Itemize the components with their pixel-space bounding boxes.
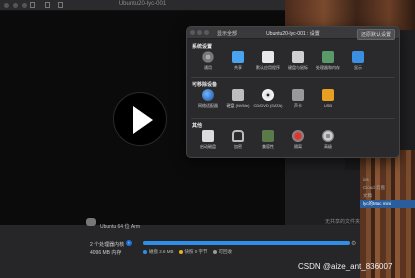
divider [191, 77, 395, 78]
compatibility-icon [262, 130, 274, 142]
encryption-icon [232, 130, 244, 142]
section-title-system: 系统设置 [192, 44, 213, 50]
setting-advanced[interactable]: 高级 [313, 130, 343, 150]
setting-keyboard-mouse[interactable]: 键盘与鼠标 [283, 51, 313, 71]
setting-display[interactable]: 显示 [343, 51, 373, 71]
system-settings-row: 通用 共享 默认应用程序 键盘与鼠标 处理器和内存 显示 [193, 51, 399, 71]
sharing-icon [232, 51, 244, 63]
memory-label: 4096 MB 内存 [90, 250, 122, 256]
vm-os-icon [86, 218, 96, 226]
setting-sharing[interactable]: 共享 [223, 51, 253, 71]
shared-folder-hint: 无共享的文件夹 [325, 219, 361, 225]
setting-cd-dvd[interactable]: CD/DVD (SATA) [253, 89, 283, 109]
keyboard-mouse-icon [292, 51, 304, 63]
setting-general[interactable]: 通用 [193, 51, 223, 71]
divider [191, 118, 395, 119]
default-apps-icon [262, 51, 274, 63]
list-item[interactable]: 文稿 [360, 192, 415, 200]
settings-titlebar: 显示全部 Ubuntu20-lyc-001 : 设置 还原默认设置 [187, 27, 399, 40]
settings-window: 显示全部 Ubuntu20-lyc-001 : 设置 还原默认设置 系统设置 通… [186, 26, 400, 158]
setting-compatibility[interactable]: 兼容性 [253, 130, 283, 150]
play-icon [133, 106, 153, 134]
list-item[interactable] [360, 168, 415, 176]
vm-os-name: Ubuntu 64 位 Arm [100, 224, 141, 230]
setting-processor-memory[interactable]: 处理器和内存 [313, 51, 343, 71]
setting-default-apps[interactable]: 默认应用程序 [253, 51, 283, 71]
setting-encryption[interactable]: 加密 [223, 130, 253, 150]
storage-legend: 磁盘 2.6 MB 快照 0 字节 可回收 [143, 249, 232, 255]
restore-default-button[interactable]: 还原默认设置 [356, 29, 395, 40]
processor-memory-icon [322, 51, 334, 63]
vm-titlebar: Ubuntu20-lyc-001 [0, 0, 285, 11]
setting-isolation[interactable]: 隔离 [283, 130, 313, 150]
legend-reclaimable: 可回收 [212, 249, 232, 255]
gear-icon[interactable]: ⚙ [351, 240, 356, 247]
cpu-label: 2 个处理器内核 [90, 242, 125, 248]
cd-dvd-icon [262, 89, 274, 101]
info-icon[interactable]: i [126, 240, 132, 246]
list-item[interactable]: ios [360, 176, 415, 184]
hard-disk-icon [232, 89, 244, 101]
setting-startup-disk[interactable]: 启动磁盘 [193, 130, 223, 150]
sound-card-icon [292, 89, 304, 101]
storage-usage-bar [143, 241, 350, 245]
removable-devices-row: 网络适配器 硬盘 (NVMe) CD/DVD (SATA) 声卡 USB [193, 89, 399, 109]
watermark-text: CSDN @aize_ant_836007 [298, 262, 393, 271]
setting-usb[interactable]: USB [313, 89, 343, 109]
section-title-devices: 可移除设备 [192, 82, 218, 88]
network-icon [202, 89, 214, 101]
vm-window-title: Ubuntu20-lyc-001 [118, 1, 167, 7]
other-settings-row: 启动磁盘 加密 兼容性 隔离 高级 [193, 130, 399, 150]
section-title-other: 其他 [192, 123, 203, 129]
general-icon [202, 51, 214, 63]
legend-disk: 磁盘 2.6 MB [143, 249, 174, 255]
setting-hard-disk[interactable]: 硬盘 (NVMe) [223, 89, 253, 109]
advanced-icon [322, 130, 334, 142]
startup-disk-icon [202, 130, 214, 142]
list-item[interactable]: Cloud 云盘 [360, 184, 415, 192]
legend-snapshot: 快照 0 字节 [178, 249, 208, 255]
finder-sidebar-peek: ios Cloud 云盘 文稿 lyc的Mac mini [360, 168, 415, 208]
setting-sound-card[interactable]: 声卡 [283, 89, 313, 109]
display-icon [352, 51, 364, 63]
usb-icon [322, 89, 334, 101]
start-vm-button[interactable] [113, 92, 167, 146]
isolation-icon [292, 130, 304, 142]
setting-network[interactable]: 网络适配器 [193, 89, 223, 109]
list-item-selected[interactable]: lyc的Mac mini [360, 200, 415, 208]
